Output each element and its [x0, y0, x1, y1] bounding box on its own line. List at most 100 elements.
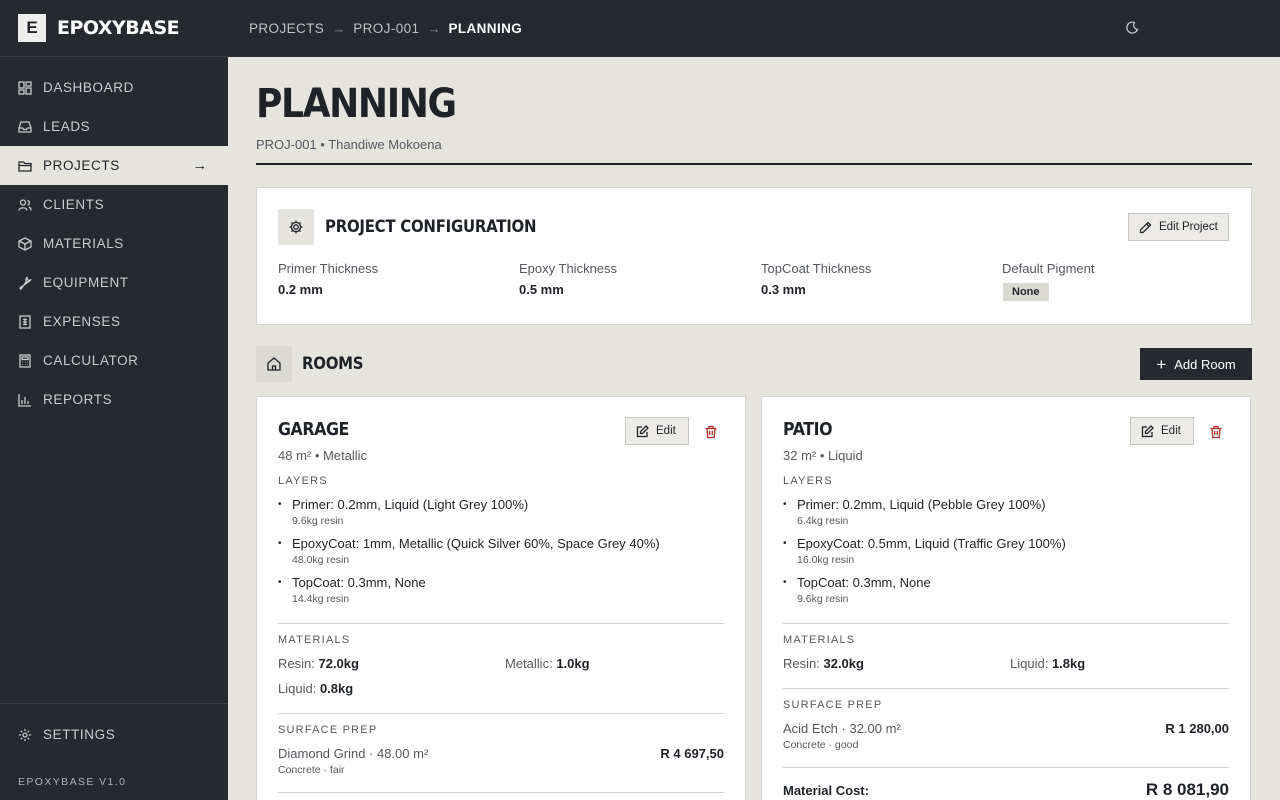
prep-name: Diamond Grind · 48.00 m² [278, 746, 429, 761]
plus-icon: + [1156, 354, 1167, 374]
sidebar-item-dashboard[interactable]: DASHBOARD [0, 68, 228, 107]
edit-label: Edit [656, 425, 676, 437]
home-icon [256, 346, 292, 382]
layer-resin: 16.0kg resin [797, 554, 855, 566]
materials-label: MATERIALS [278, 634, 351, 646]
materials-label: MATERIALS [783, 634, 856, 646]
edit-project-label: Edit Project [1159, 221, 1218, 233]
sidebar-item-label: LEADS [43, 119, 91, 134]
material-cost-label: Material Cost: [783, 783, 869, 798]
edit-room-button[interactable]: Edit [625, 417, 689, 445]
room-card-patio: PATIO 32 m² • Liquid Edit LAYERS • Primer… [761, 396, 1251, 800]
box-icon [18, 236, 32, 251]
bar-chart-icon [18, 393, 32, 407]
layer-item: • TopCoat: 0.3mm, None 9.6kg resin [783, 575, 1223, 605]
sidebar-item-label: MATERIALS [43, 236, 124, 251]
material-resin: Resin: 32.0kg [783, 656, 864, 671]
gear-icon [278, 209, 314, 245]
breadcrumb-item-project[interactable]: PROJ-001 [353, 21, 419, 36]
default-pigment-label: Default Pigment [1002, 261, 1095, 276]
project-configuration-card: PROJECT CONFIGURATION Edit Project Prime… [256, 187, 1252, 325]
room-name: PATIO [783, 419, 833, 440]
topcoat-thickness-value: 0.3 mm [761, 282, 806, 297]
layer-resin: 6.4kg resin [797, 515, 849, 527]
trash-icon[interactable] [1209, 425, 1223, 439]
prep-cost: R 1 280,00 [1165, 721, 1229, 736]
topcoat-thickness-label: TopCoat Thickness [761, 261, 872, 276]
wrench-icon [18, 275, 32, 290]
room-meta: 32 m² • Liquid [783, 448, 863, 463]
edit-icon [636, 424, 649, 437]
prep-detail: Concrete · good [783, 739, 859, 751]
sidebar-nav: DASHBOARD LEADS PROJECTS → CLIENTS MATER… [0, 68, 228, 419]
breadcrumb-item-current: PLANNING [448, 21, 523, 36]
section-title: PROJECT CONFIGURATION [325, 217, 537, 237]
page-title: PLANNING [256, 81, 457, 127]
rooms-title: ROOMS [302, 354, 364, 374]
layer-text: EpoxyCoat: 0.5mm, Liquid (Traffic Grey 1… [797, 536, 1066, 551]
sidebar-footer: SETTINGS EPOXYBASE V1.0 [0, 703, 228, 800]
primer-thickness-value: 0.2 mm [278, 282, 323, 297]
breadcrumb: PROJECTS → PROJ-001 → PLANNING [249, 21, 522, 36]
page-subtitle: PROJ-001 • Thandiwe Mokoena [256, 137, 442, 152]
layer-text: EpoxyCoat: 1mm, Metallic (Quick Silver 6… [292, 536, 660, 551]
brand-logo: E [18, 14, 46, 42]
edit-room-button[interactable]: Edit [1130, 417, 1194, 445]
surface-prep-label: SURFACE PREP [278, 724, 378, 736]
gear-icon [18, 728, 32, 742]
sidebar-item-label: SETTINGS [43, 727, 116, 742]
sidebar-item-projects[interactable]: PROJECTS → [0, 146, 228, 185]
dashboard-icon [18, 80, 32, 95]
room-card-garage: GARAGE 48 m² • Metallic Edit LAYERS • Pri… [256, 396, 746, 800]
sidebar-item-label: CLIENTS [43, 197, 105, 212]
moon-icon[interactable] [1124, 20, 1140, 36]
material-liquid: Liquid: 1.8kg [1010, 656, 1086, 671]
add-room-label: Add Room [1174, 356, 1236, 372]
edit-project-button[interactable]: Edit Project [1128, 213, 1229, 241]
material-liquid: Liquid: 0.8kg [278, 681, 354, 696]
sidebar-item-calculator[interactable]: CALCULATOR [0, 341, 228, 380]
breadcrumb-separator: → [332, 21, 346, 36]
primer-thickness-label: Primer Thickness [278, 261, 379, 276]
sidebar-item-label: EXPENSES [43, 314, 121, 329]
prep-detail: Concrete · fair [278, 764, 345, 776]
sidebar-item-expenses[interactable]: EXPENSES [0, 302, 228, 341]
sidebar-item-label: DASHBOARD [43, 80, 134, 95]
layer-item: • TopCoat: 0.3mm, None 14.4kg resin [278, 575, 718, 605]
layer-item: • Primer: 0.2mm, Liquid (Light Grey 100%)… [278, 497, 718, 527]
layer-text: Primer: 0.2mm, Liquid (Light Grey 100%) [292, 497, 529, 512]
calculator-icon [18, 353, 32, 368]
sidebar-item-label: REPORTS [43, 392, 113, 407]
breadcrumb-item-projects[interactable]: PROJECTS [249, 21, 324, 36]
layer-resin: 9.6kg resin [292, 515, 344, 527]
arrow-right-icon: → [192, 157, 208, 174]
inbox-icon [18, 120, 32, 134]
surface-prep-label: SURFACE PREP [783, 699, 883, 711]
brand-name: EPOXYBASE [57, 17, 180, 39]
main-content: PLANNING PROJ-001 • Thandiwe Mokoena PRO… [228, 57, 1280, 800]
divider [783, 688, 1229, 689]
room-name: GARAGE [278, 419, 349, 440]
trash-icon[interactable] [704, 425, 718, 439]
divider [783, 767, 1229, 768]
sidebar-item-clients[interactable]: CLIENTS [0, 185, 228, 224]
pencil-icon [1139, 221, 1152, 233]
layer-item: • Primer: 0.2mm, Liquid (Pebble Grey 100%… [783, 497, 1223, 527]
default-pigment-badge: None [1003, 283, 1049, 301]
material-cost-value: R 8 081,90 [1145, 780, 1229, 799]
room-meta: 48 m² • Metallic [278, 448, 368, 463]
sidebar-item-label: CALCULATOR [43, 353, 139, 368]
epoxy-thickness-value: 0.5 mm [519, 282, 564, 297]
add-room-button[interactable]: + Add Room [1140, 348, 1252, 380]
sidebar-item-settings[interactable]: SETTINGS [0, 715, 228, 754]
sidebar-item-reports[interactable]: REPORTS [0, 380, 228, 419]
layers-label: LAYERS [783, 475, 833, 487]
layer-resin: 9.6kg resin [797, 593, 849, 605]
sidebar-item-equipment[interactable]: EQUIPMENT [0, 263, 228, 302]
divider [278, 713, 724, 714]
sidebar-item-materials[interactable]: MATERIALS [0, 224, 228, 263]
layer-resin: 14.4kg resin [292, 593, 350, 605]
sidebar-item-leads[interactable]: LEADS [0, 107, 228, 146]
prep-cost: R 4 697,50 [660, 746, 724, 761]
brand[interactable]: E EPOXYBASE [0, 0, 228, 57]
